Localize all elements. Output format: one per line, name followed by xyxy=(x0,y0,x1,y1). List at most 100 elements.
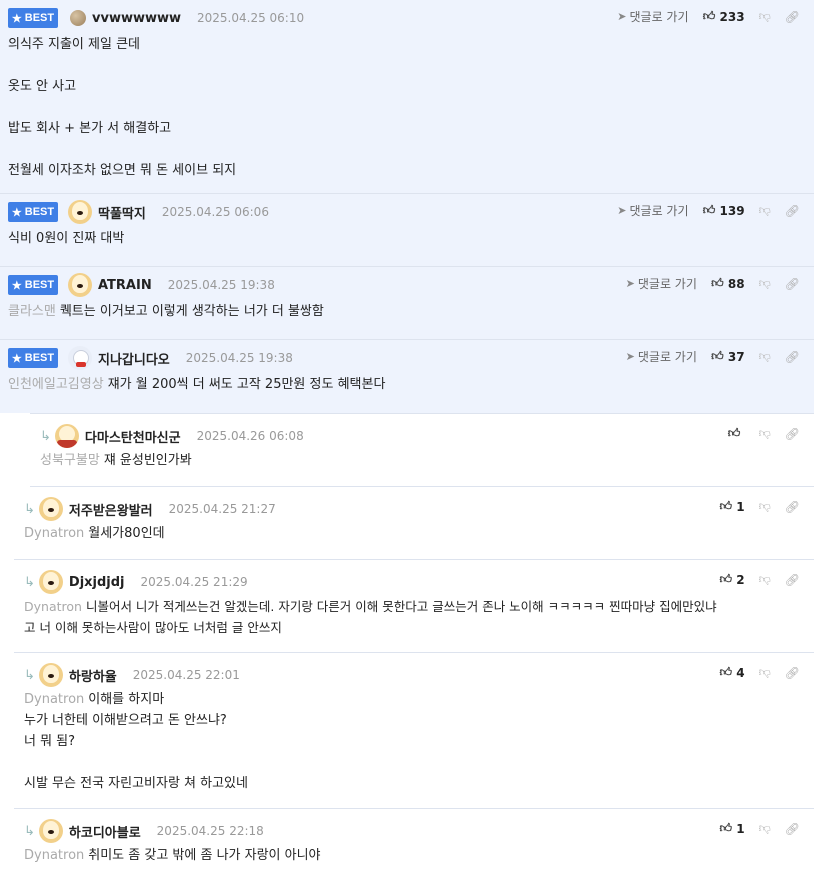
nickname[interactable]: 딱풀딱지 xyxy=(98,203,146,222)
avatar[interactable] xyxy=(38,497,63,521)
thumb-down-icon[interactable]: 👎︎ xyxy=(759,203,771,218)
send-arrow-icon: ➤ xyxy=(625,277,635,290)
comment-date: 2025.04.25 21:27 xyxy=(168,502,276,516)
like-button[interactable]: 👍︎ 1 xyxy=(719,499,744,514)
thumb-up-icon: 👍︎ xyxy=(719,499,732,513)
comment-date: 2025.04.25 21:29 xyxy=(140,575,248,589)
link-icon[interactable]: 🔗︎ xyxy=(785,573,800,587)
user-tag: 클라스맨 xyxy=(8,304,56,319)
thumb-down-icon[interactable]: 👎︎ xyxy=(759,426,771,441)
nickname[interactable]: 하코디아블로 xyxy=(69,822,141,841)
thumb-up-icon: 👍︎ xyxy=(719,665,732,679)
link-icon[interactable]: 🔗︎ xyxy=(785,10,800,24)
nickname[interactable]: ATRAIN xyxy=(98,278,152,293)
thumb-down-icon[interactable]: 👎︎ xyxy=(759,665,771,680)
comment-body: 의식주 지출이 제일 큰데 옷도 안 사고 밥도 회사 + 본가 서 해결하고 … xyxy=(8,37,237,178)
nickname[interactable]: vvwwwwww xyxy=(92,11,181,26)
like-count: 233 xyxy=(719,9,745,24)
best-badge: ★ BEST xyxy=(8,348,58,368)
comment-date: 2025.04.25 19:38 xyxy=(167,278,275,292)
comment-date: 2025.04.25 22:18 xyxy=(156,824,264,838)
best-comment: ★ BEST ATRAIN 2025.04.25 19:38 ➤ 댓글로 가기 👍︎… xyxy=(0,267,814,340)
like-count: 2 xyxy=(736,572,745,587)
reply-arrow-icon: ↳ xyxy=(24,823,35,839)
thumb-up-icon: 👍︎ xyxy=(727,426,741,440)
thumb-down-icon[interactable]: 👎︎ xyxy=(759,9,771,24)
nickname[interactable]: 하랑하율 xyxy=(69,666,117,685)
user-tag: 성북구불망 xyxy=(40,453,100,468)
link-icon[interactable]: 🔗︎ xyxy=(785,204,800,218)
link-icon[interactable]: 🔗︎ xyxy=(785,500,800,514)
like-count: 1 xyxy=(736,499,745,514)
user-tag: 인천에일고김영상 xyxy=(8,377,104,392)
star-icon: ★ xyxy=(11,12,22,25)
like-button[interactable]: 👍︎ 2 xyxy=(719,572,744,587)
best-badge: ★ BEST xyxy=(8,8,58,28)
like-count: 1 xyxy=(736,821,745,836)
link-icon[interactable]: 🔗︎ xyxy=(785,666,800,680)
nickname[interactable]: 저주받은왕발러 xyxy=(69,500,153,519)
reply-comment: ↳ 하랑하율 2025.04.25 22:01 👍︎ 4 👎︎ 🔗︎ Dynatr… xyxy=(14,653,814,809)
thumb-down-icon[interactable]: 👎︎ xyxy=(759,349,771,364)
like-count: 4 xyxy=(736,665,745,680)
thumb-up-icon: 👍︎ xyxy=(719,572,732,586)
comment-date: 2025.04.26 06:08 xyxy=(196,429,304,443)
avatar[interactable] xyxy=(38,570,63,594)
avatar[interactable] xyxy=(38,819,63,843)
comment-body: 성북구불망 쟤 윤성빈인가봐 xyxy=(40,453,192,468)
thumb-up-icon: 👍︎ xyxy=(711,349,724,363)
like-count: 88 xyxy=(727,276,745,291)
goto-comment-link[interactable]: ➤ 댓글로 가기 xyxy=(626,348,697,365)
link-icon[interactable]: 🔗︎ xyxy=(785,350,800,364)
comment-body: 인천에일고김영상 쟤가 월 200씩 더 써도 고작 25만원 정도 혜택본다 xyxy=(8,377,386,392)
like-button[interactable]: 👍︎ 88 xyxy=(711,276,745,291)
link-icon[interactable]: 🔗︎ xyxy=(785,822,800,836)
nickname[interactable]: 다마스탄천마신군 xyxy=(85,427,181,446)
goto-comment-link[interactable]: ➤ 댓글로 가기 xyxy=(617,202,688,219)
comment-body: Dynatron 니볼어서 니가 적게쓰는건 알겠는데. 자기랑 다른거 이해 못… xyxy=(24,599,717,635)
avatar[interactable] xyxy=(70,10,86,26)
best-comment: ★ BEST 딱풀딱지 2025.04.25 06:06 ➤ 댓글로 가기 👍︎ 13… xyxy=(0,194,814,267)
best-badge: ★ BEST xyxy=(8,202,58,222)
send-arrow-icon: ➤ xyxy=(617,10,627,23)
link-icon[interactable]: 🔗︎ xyxy=(785,427,800,441)
thumb-down-icon[interactable]: 👎︎ xyxy=(759,499,771,514)
nickname[interactable]: Djxjdjdj xyxy=(69,575,125,590)
reply-arrow-icon: ↳ xyxy=(40,428,51,444)
like-button[interactable]: 👍︎ 37 xyxy=(711,349,744,364)
avatar[interactable] xyxy=(54,424,79,448)
thumb-up-icon: 👍︎ xyxy=(702,203,716,217)
comment-body: 식비 0원이 진짜 대박 xyxy=(8,231,125,246)
like-button[interactable]: 👍︎ 233 xyxy=(703,9,745,24)
avatar[interactable] xyxy=(68,346,92,370)
user-tag: Dynatron xyxy=(24,599,82,614)
goto-comment-link[interactable]: ➤ 댓글로 가기 xyxy=(626,275,697,292)
comment-date: 2025.04.25 06:10 xyxy=(197,11,305,25)
send-arrow-icon: ➤ xyxy=(625,350,635,363)
like-button[interactable]: 👍︎ xyxy=(728,426,745,441)
link-icon[interactable]: 🔗︎ xyxy=(785,277,800,291)
reply-comment: ↳ 저주받은왕발러 2025.04.25 21:27 👍︎ 1 👎︎ 🔗︎ Dyn… xyxy=(14,487,814,560)
goto-comment-link[interactable]: ➤ 댓글로 가기 xyxy=(617,8,688,25)
avatar[interactable] xyxy=(68,200,92,224)
best-comment: ★ BEST vvwwwwww 2025.04.25 06:10 ➤ 댓글로 가기 … xyxy=(0,0,814,194)
thumb-down-icon[interactable]: 👎︎ xyxy=(759,572,771,587)
user-tag: Dynatron xyxy=(24,526,85,541)
reply-comment: ↳ Djxjdjdj 2025.04.25 21:29 👍︎ 2 👎︎ 🔗︎ Dy… xyxy=(14,560,814,653)
like-count: 139 xyxy=(719,203,745,218)
user-tag: Dynatron xyxy=(24,848,85,863)
avatar[interactable] xyxy=(68,273,92,297)
like-button[interactable]: 👍︎ 139 xyxy=(703,203,745,218)
comment-body: Dynatron 이해를 하지마 누가 너한테 이해받으려고 돈 안쓰냐? 너 뭐… xyxy=(24,692,248,791)
comment-body: Dynatron 취미도 좀 갖고 밖에 좀 나가 자랑이 아니야 xyxy=(24,848,321,863)
thumb-down-icon[interactable]: 👎︎ xyxy=(759,276,771,291)
comment-date: 2025.04.25 19:38 xyxy=(185,351,293,365)
star-icon: ★ xyxy=(11,279,22,292)
nickname[interactable]: 지나갑니다오 xyxy=(98,349,170,368)
best-comment: ★ BEST 지나갑니다오 2025.04.25 19:38 ➤ 댓글로 가기 👍︎… xyxy=(0,340,814,413)
like-button[interactable]: 👍︎ 1 xyxy=(719,821,744,836)
thumb-down-icon[interactable]: 👎︎ xyxy=(759,821,771,836)
avatar[interactable] xyxy=(38,663,63,687)
like-button[interactable]: 👍︎ 4 xyxy=(719,665,744,680)
comment-body: 클라스맨 퀙트는 이거보고 이렇게 생각하는 너가 더 불쌍함 xyxy=(8,304,324,319)
